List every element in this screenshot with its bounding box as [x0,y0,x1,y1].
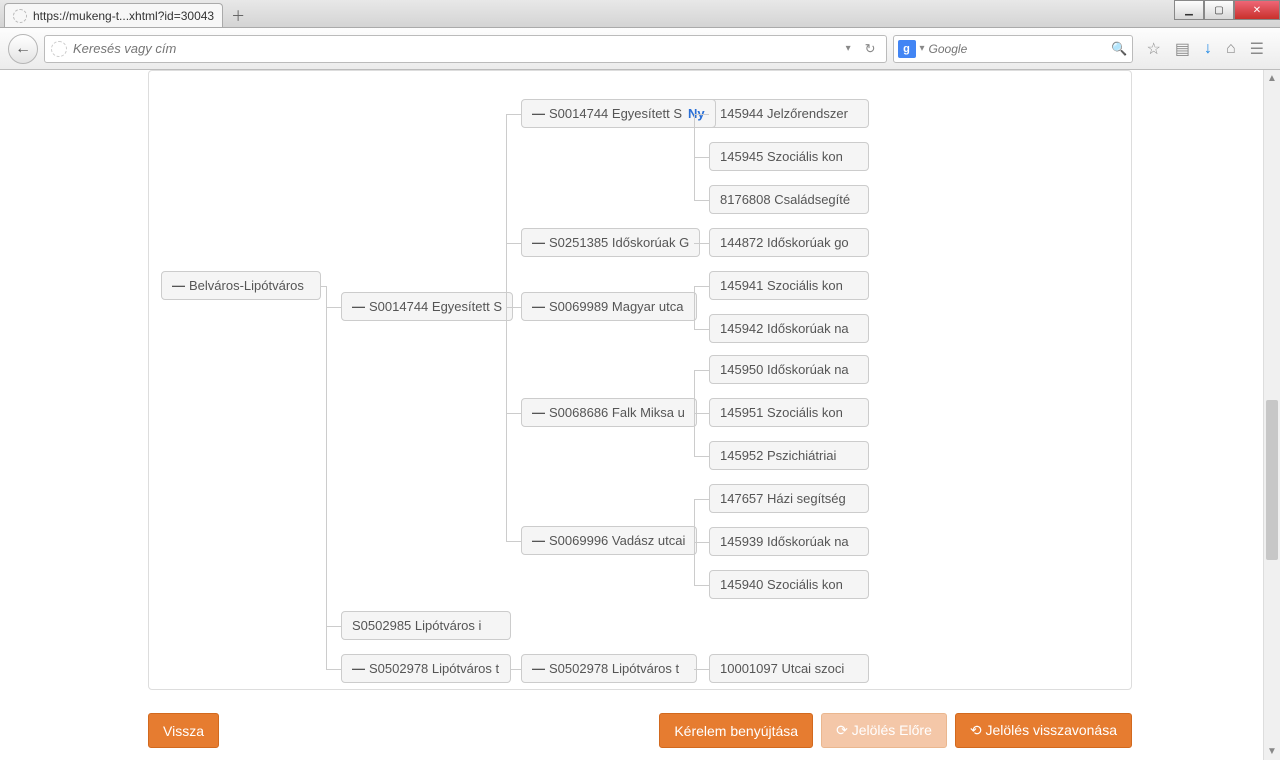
tree-leaf[interactable]: 144872 Időskorúak go [709,228,869,257]
collapse-icon[interactable]: — [532,533,545,548]
tree-node[interactable]: — S0502978 Lipótváros t [521,654,697,683]
tree-leaf[interactable]: 145951 Szociális kon [709,398,869,427]
search-icon[interactable]: 🔍 [1111,41,1127,57]
back-button-footer[interactable]: Vissza [148,713,219,748]
tree-node-label: Belváros-Lipótváros [189,278,304,293]
window-close-button[interactable]: ✕ [1234,0,1280,20]
mark-forward-label: Jelölés Előre [852,722,932,738]
collapse-icon[interactable]: — [352,661,365,676]
search-provider-icon: g [898,40,916,58]
collapse-icon[interactable]: — [532,106,545,121]
tree-node[interactable]: — S0068686 Falk Miksa u [521,398,697,427]
tree-leaf[interactable]: 145942 Időskorúak na [709,314,869,343]
tree-node-label: S0069996 Vadász utcai [549,533,685,548]
tree-node-label: S0502978 Lipótváros t [369,661,499,676]
tree-node[interactable]: —S0014744 Egyesített SNy [521,99,716,128]
tree-panel: 145944 Jelzőrendszer 145945 Szociális kon… [148,70,1132,690]
globe-icon [51,41,67,57]
reading-list-icon[interactable]: ▤ [1175,39,1190,59]
new-tab-button[interactable]: ＋ [225,5,251,27]
search-input[interactable] [929,42,1108,56]
footer-buttons: Vissza Kérelem benyújtása ⟳ Jelölés Előr… [140,713,1140,748]
tree-leaf[interactable]: 145940 Szociális kon [709,570,869,599]
submit-request-button[interactable]: Kérelem benyújtása [659,713,813,748]
tree-node-label: S0014744 Egyesített S [369,299,502,314]
tree-leaf[interactable]: 8176808 Családsegíté [709,185,869,214]
scroll-down-icon[interactable]: ▼ [1264,743,1280,760]
refresh-icon: ⟲ [970,722,982,738]
url-dropdown-icon[interactable]: ▾ [842,43,855,54]
tree-node-label: S0251385 Időskorúak G [549,235,689,250]
mark-forward-button[interactable]: ⟳ Jelölés Előre [821,713,947,748]
tree-leaf[interactable]: 145941 Szociális kon [709,271,869,300]
collapse-icon[interactable]: — [532,299,545,314]
scroll-up-icon[interactable]: ▲ [1264,70,1280,87]
window-minimize-button[interactable]: ▁ [1174,0,1204,20]
collapse-icon[interactable]: — [532,661,545,676]
tree-leaf[interactable]: 145939 Időskorúak na [709,527,869,556]
tree-node-label: S0068686 Falk Miksa u [549,405,685,420]
url-bar[interactable]: ▾ ↻ [44,35,887,63]
tree-node[interactable]: — S0069989 Magyar utca [521,292,697,321]
home-icon[interactable]: ⌂ [1226,40,1236,58]
reload-icon[interactable]: ↻ [861,41,880,57]
back-button[interactable]: ← [8,34,38,64]
collapse-icon[interactable]: — [532,405,545,420]
url-input[interactable] [73,41,836,56]
tree-leaf[interactable]: 145952 Pszichiátriai [709,441,869,470]
bookmark-icon[interactable]: ☆ [1147,39,1161,59]
browser-tabs-bar: https://mukeng-t...xhtml?id=30043 ＋ [0,0,1280,28]
refresh-icon: ⟳ [836,722,848,738]
tab-title: https://mukeng-t...xhtml?id=30043 [33,9,214,23]
browser-nav-bar: ← ▾ ↻ g ▾ 🔍 ☆ ▤ ↓ ⌂ ☰ [0,28,1280,70]
tree-node[interactable]: — S0069996 Vadász utcai [521,526,697,555]
tree-leaf[interactable]: 145950 Időskorúak na [709,355,869,384]
collapse-icon[interactable]: — [172,278,185,293]
page-content: 145944 Jelzőrendszer 145945 Szociális kon… [0,70,1280,760]
tree-node[interactable]: — S0251385 Időskorúak G [521,228,700,257]
tree-node-label: S0502978 Lipótváros t [549,661,679,676]
tree-leaf[interactable]: 145945 Szociális kon [709,142,869,171]
downloads-icon[interactable]: ↓ [1204,40,1212,58]
search-bar[interactable]: g ▾ 🔍 [893,35,1133,63]
browser-tab[interactable]: https://mukeng-t...xhtml?id=30043 [4,3,223,27]
tree-node-label: S0069989 Magyar utca [549,299,683,314]
tree-leaf[interactable]: 10001097 Utcai szoci [709,654,869,683]
tree-root[interactable]: — Belváros-Lipótváros [161,271,321,300]
scrollbar-thumb[interactable] [1266,400,1278,560]
collapse-icon[interactable]: — [352,299,365,314]
tree-node[interactable]: — S0014744 Egyesített S [341,292,513,321]
tree-leaf[interactable]: 147657 Házi segítség [709,484,869,513]
vertical-scrollbar[interactable]: ▲ ▼ [1263,70,1280,760]
globe-icon [13,9,27,23]
window-maximize-button[interactable]: ▢ [1204,0,1234,20]
revoke-mark-label: Jelölés visszavonása [985,722,1117,738]
tree-node[interactable]: S0502985 Lipótváros i [341,611,511,640]
collapse-icon[interactable]: — [532,235,545,250]
tree-leaf[interactable]: 145944 Jelzőrendszer [709,99,869,128]
revoke-mark-button[interactable]: ⟲ Jelölés visszavonása [955,713,1132,748]
tree-node[interactable]: — S0502978 Lipótváros t [341,654,511,683]
toolbar-icons: ☆ ▤ ↓ ⌂ ☰ [1139,39,1272,59]
tree-node-label: S0502985 Lipótváros i [352,618,481,633]
menu-icon[interactable]: ☰ [1250,39,1264,59]
search-provider-dropdown-icon[interactable]: ▾ [920,43,925,54]
window-controls: ▁ ▢ ✕ [1174,0,1280,20]
tree-node-label: S0014744 Egyesített S [549,106,682,121]
